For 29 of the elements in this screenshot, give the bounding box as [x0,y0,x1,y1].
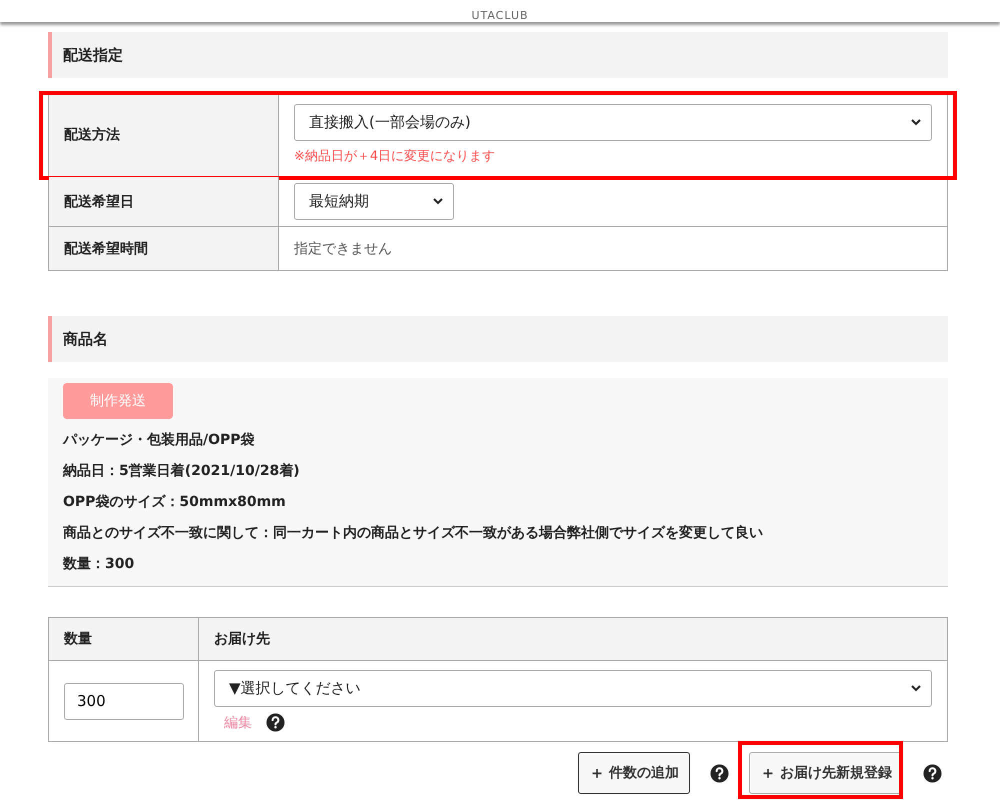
add-button[interactable]: ＋ 件数の追加 [578,752,690,794]
quantity-input[interactable]: 300 [64,682,184,720]
help-icon[interactable] [266,713,285,732]
production-badge: 制作発送 [63,383,173,419]
plus-icon: ＋ [589,762,605,784]
plus-icon: ＋ [760,762,776,784]
row-label: 配送希望時間 [49,227,279,270]
delivery-method-select[interactable]: 直接搬入(一部会場のみ) [294,104,932,141]
product-detail: 商品とのサイズ不一致に関して：同一カート内の商品とサイズ不一致がある場合弊社側でサイズを変更して良い [63,524,763,543]
product-detail: パッケージ・包装用品/OPP袋 [63,431,255,450]
section-heading: 商品名 [48,316,948,362]
chevron-down-icon [911,685,921,692]
delivery-time-text: 指定できません [294,240,393,258]
destination-select[interactable]: ▼選択してください [214,670,932,707]
product-detail: 納品日：5営業日着(2021/10/28着) [63,462,300,481]
section-heading: 配送指定 [48,32,948,78]
chevron-down-icon [433,198,443,205]
delivery-note: ※納品日が＋4日に変更になります [294,148,496,165]
brand-logo: UTACLUB [471,10,529,22]
delivery-date-select[interactable]: 最短納期 [294,183,454,220]
row-label: 配送希望日 [49,177,279,226]
help-icon[interactable] [710,764,729,782]
column-header: 数量 [64,630,93,648]
row-label: 配送方法 [49,93,279,176]
chevron-down-icon [911,119,921,126]
help-icon[interactable] [923,764,942,782]
product-detail: 数量：300 [63,555,134,574]
product-detail: OPP袋のサイズ：50mmx80mm [63,493,286,512]
column-header: お届け先 [214,630,271,648]
